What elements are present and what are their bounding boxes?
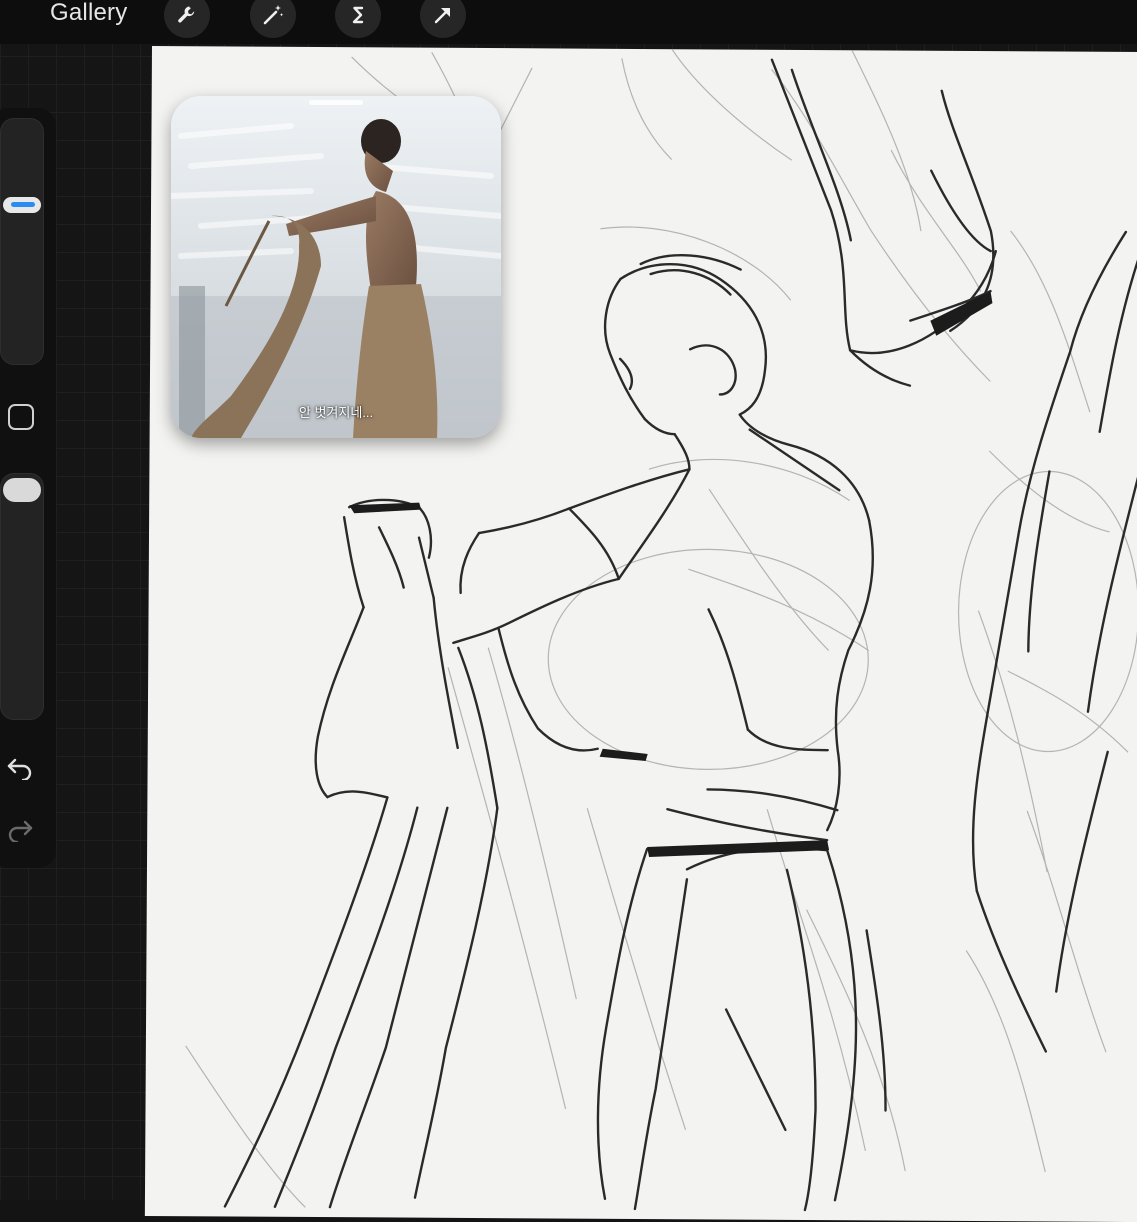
undo-button[interactable]: [4, 754, 36, 782]
arrow-cursor-icon: [434, 8, 450, 24]
gallery-button[interactable]: Gallery: [50, 0, 127, 30]
modify-button[interactable]: [8, 404, 34, 430]
selection-button[interactable]: [335, 0, 381, 38]
actions-button[interactable]: [164, 0, 210, 38]
brush-size-slider[interactable]: [0, 118, 44, 365]
reference-drag-handle[interactable]: [309, 100, 363, 105]
opacity-slider[interactable]: [0, 473, 44, 720]
redo-arrow-icon: [8, 820, 33, 842]
reference-window[interactable]: 안 벗겨지네...: [171, 96, 501, 438]
selection-s-icon: [352, 6, 364, 24]
redo-button[interactable]: [4, 816, 36, 844]
magic-wand-icon: [263, 5, 284, 25]
adjustments-button[interactable]: [250, 0, 296, 38]
undo-arrow-icon: [7, 758, 32, 780]
brush-size-thumb[interactable]: [3, 197, 41, 213]
reference-caption: 안 벗겨지네...: [298, 405, 374, 420]
left-sidebar: [0, 108, 56, 868]
reference-photo: [171, 96, 501, 438]
opacity-thumb[interactable]: [3, 478, 41, 502]
wrench-icon: [178, 6, 195, 23]
transform-button[interactable]: [420, 0, 466, 38]
top-toolbar: Gallery: [0, 0, 1137, 44]
